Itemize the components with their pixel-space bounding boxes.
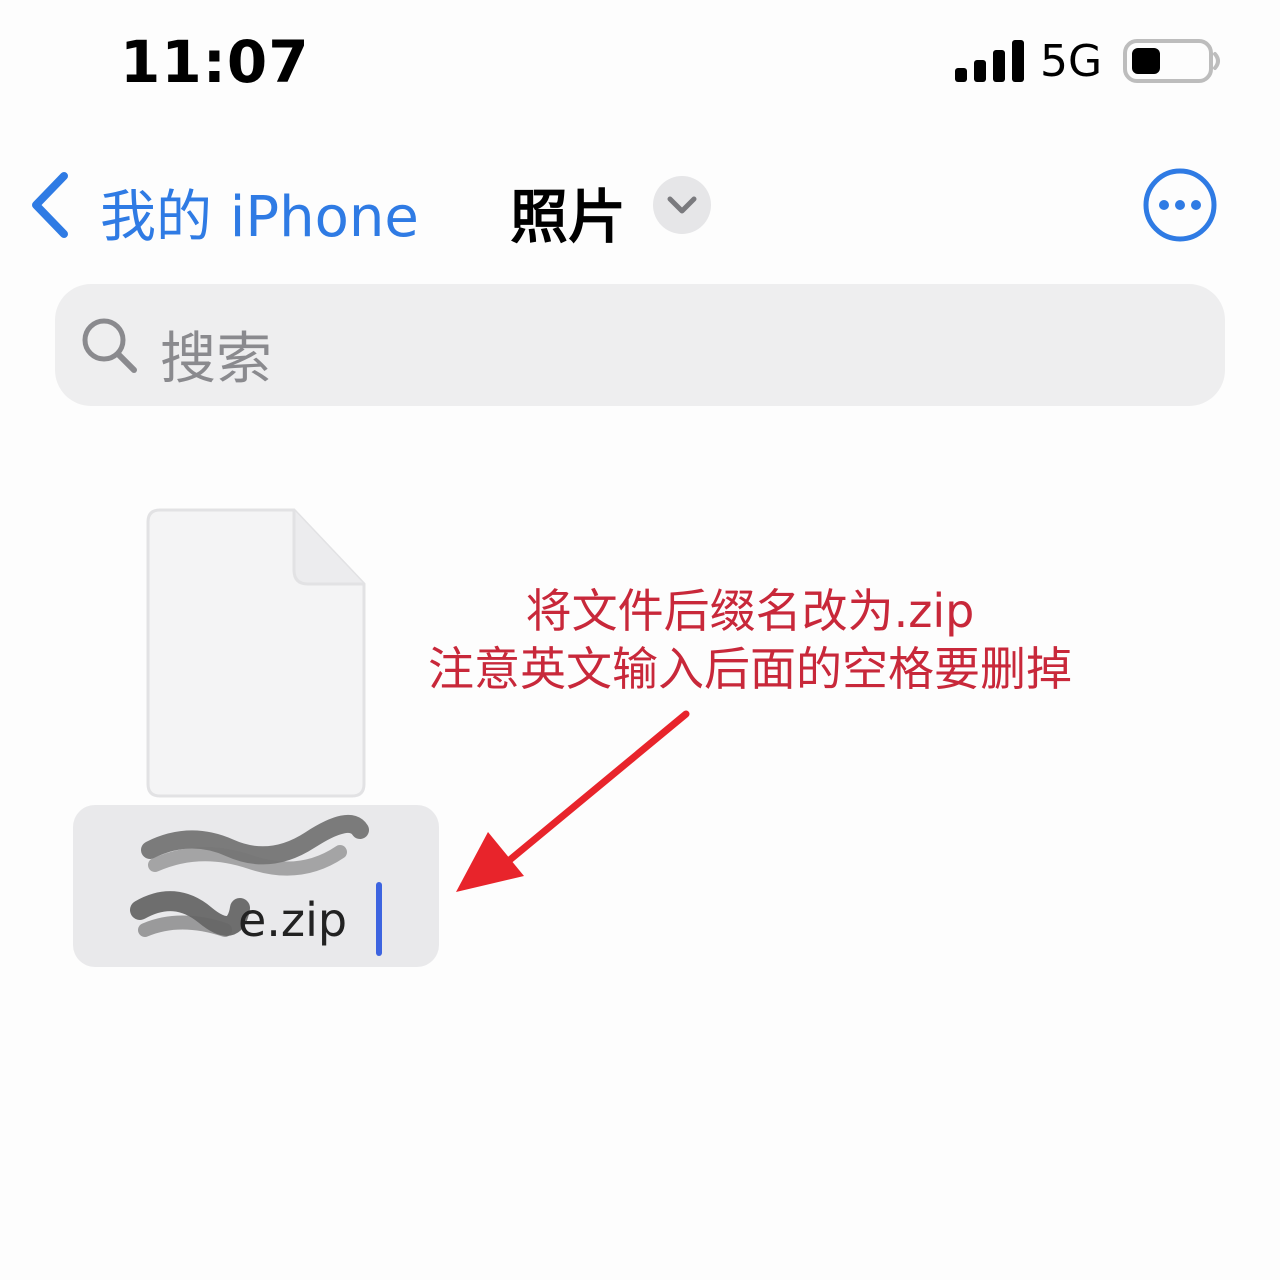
battery-icon bbox=[1123, 39, 1220, 83]
filename-text: e.zip bbox=[238, 893, 348, 947]
back-button-label[interactable]: 我的 iPhone bbox=[100, 172, 419, 253]
annotation-line-1: 将文件后缀名改为.zip bbox=[525, 584, 975, 638]
text-cursor bbox=[376, 882, 382, 956]
search-icon bbox=[82, 318, 137, 373]
ellipsis-circle-icon[interactable] bbox=[1142, 167, 1218, 243]
status-time: 11:07 bbox=[120, 28, 310, 96]
chevron-down-icon bbox=[667, 196, 697, 214]
title-dropdown-button[interactable] bbox=[653, 176, 711, 234]
annotation-line-2: 注意英文输入后面的空格要删掉 bbox=[428, 642, 1072, 696]
files-screen: 11:07 5G 我的 iPhone 照片 搜索 e.zip 将文件后缀名改为.… bbox=[0, 0, 1280, 1280]
search-placeholder: 搜索 bbox=[160, 327, 272, 392]
document-icon[interactable] bbox=[146, 508, 366, 798]
page-title: 照片 bbox=[510, 183, 627, 251]
annotation-text: 将文件后缀名改为.zip 注意英文输入后面的空格要删掉 bbox=[380, 582, 1120, 698]
network-type: 5G bbox=[1040, 36, 1103, 87]
chevron-left-icon[interactable] bbox=[28, 170, 74, 240]
cellular-signal-icon bbox=[955, 40, 1024, 82]
annotation-arrow-icon bbox=[456, 710, 690, 892]
